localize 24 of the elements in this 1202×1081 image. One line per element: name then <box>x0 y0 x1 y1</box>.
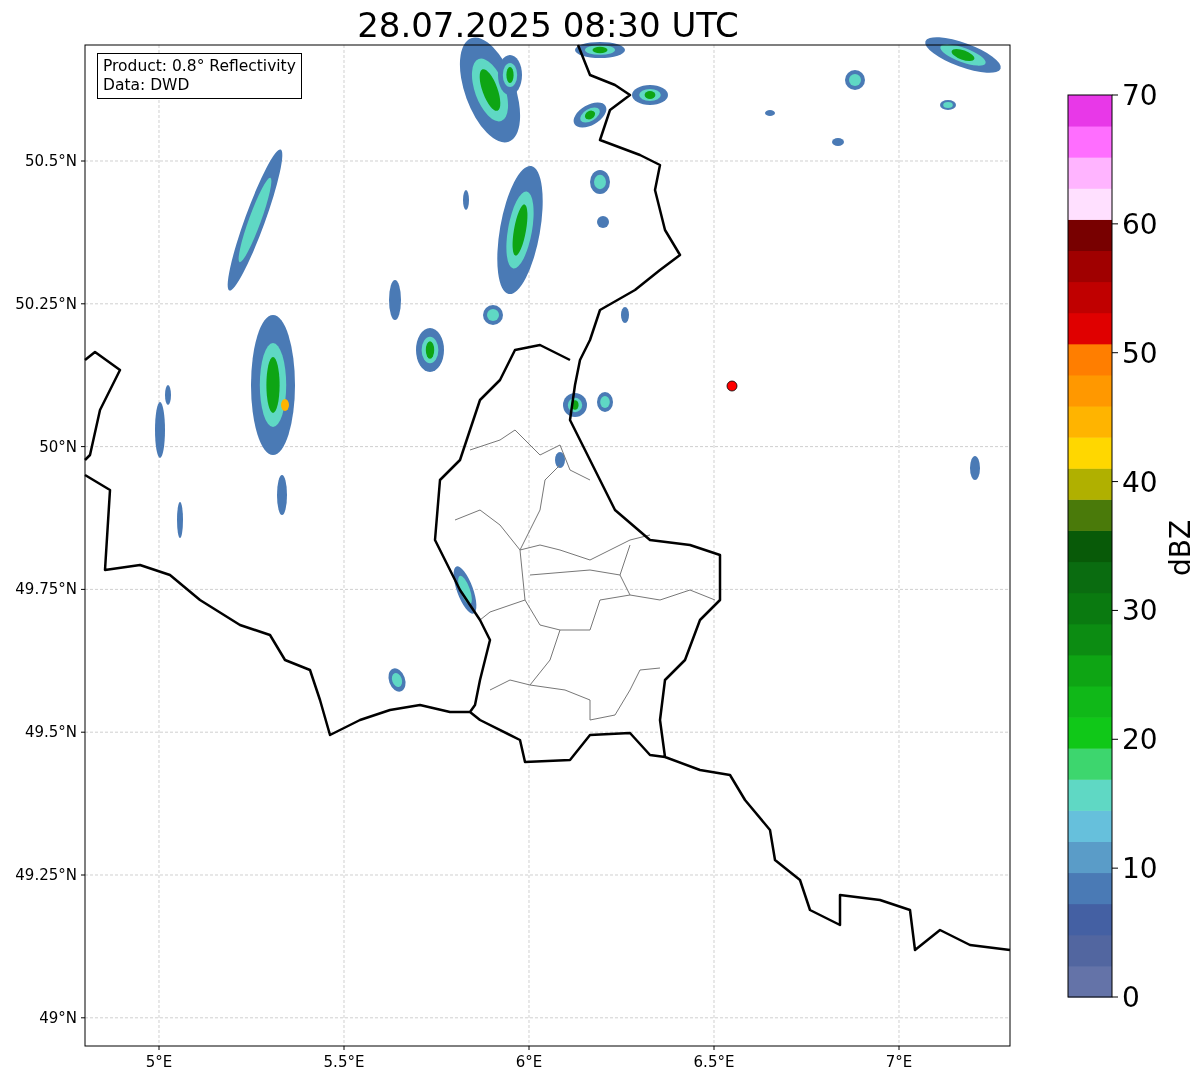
location-marker <box>726 380 738 392</box>
axis-tick-label: 50.25°N <box>15 294 77 313</box>
colorbar-tick-label: 0 <box>1122 981 1140 1014</box>
axis-tick-label: 49.75°N <box>15 580 77 599</box>
colorbar-tick-label: 50 <box>1122 336 1158 370</box>
colorbar-tick-label: 20 <box>1122 723 1158 757</box>
colorbar-tick-label: 10 <box>1122 852 1158 886</box>
axis-tick-label: 7°E <box>885 1053 913 1071</box>
axis-tick-label: 49°N <box>39 1008 77 1027</box>
axis-tick-label: 6°E <box>515 1053 543 1071</box>
axis-tick-label: 5.5°E <box>323 1053 365 1071</box>
axis-tick-label: 49.5°N <box>24 723 77 742</box>
axis-tick-label: 49.25°N <box>15 866 77 884</box>
colorbar-label: dBZ <box>1164 519 1197 577</box>
axis-tick-label: 5°E <box>145 1053 173 1071</box>
axis-tick-label: 6.5°E <box>693 1053 735 1071</box>
colorbar-tick-label: 60 <box>1122 207 1158 241</box>
colorbar-tick-label: 40 <box>1122 465 1158 499</box>
colorbar-tick-label: 70 <box>1122 79 1158 112</box>
info-box: Product: 0.8° Reflectivity Data: DWD <box>97 53 302 99</box>
colorbar-tick-label: 30 <box>1122 594 1158 628</box>
axis-tick-label: 50.5°N <box>24 152 77 170</box>
axis-tick-label: 50°N <box>39 437 77 456</box>
chart-title: 28.07.2025 08:30 UTC <box>357 5 739 45</box>
